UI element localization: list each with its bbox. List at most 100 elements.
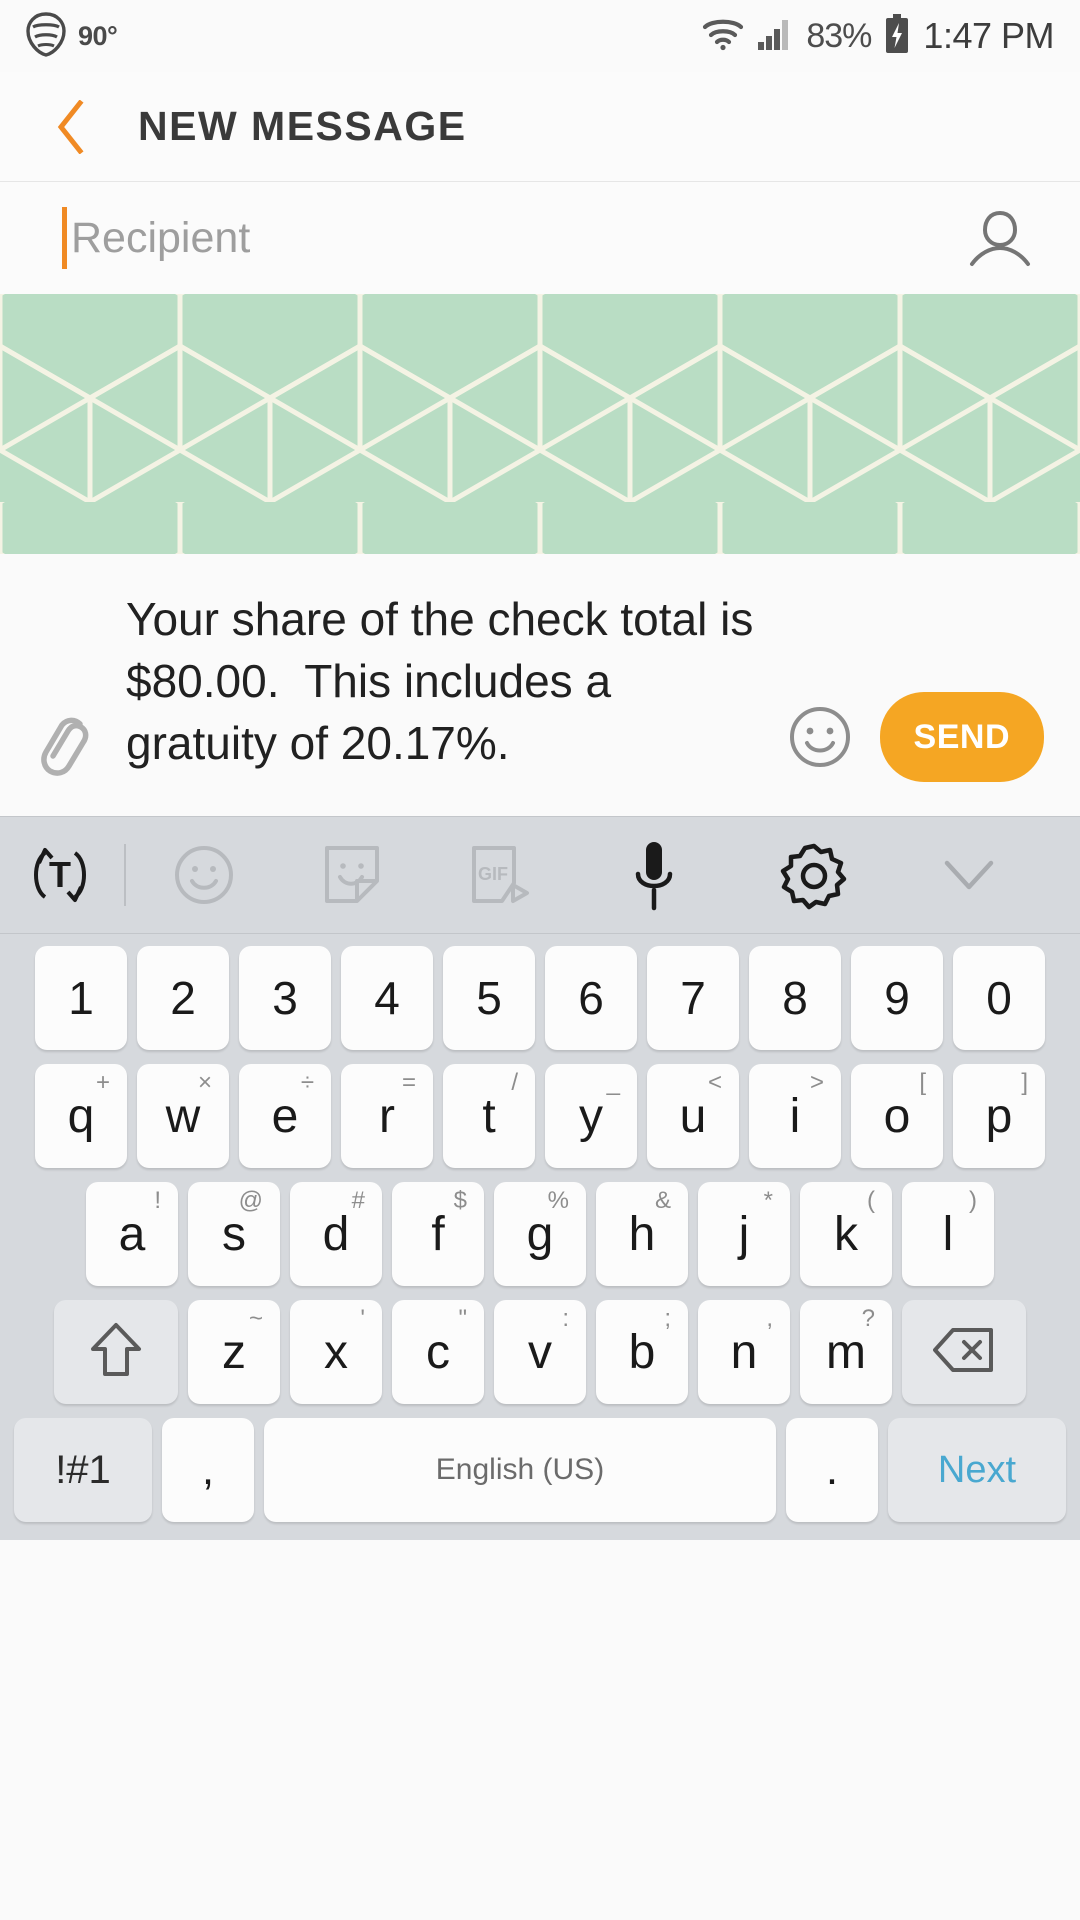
status-bar-right: 83% 1:47 PM: [702, 13, 1054, 59]
key-d[interactable]: # d: [290, 1182, 382, 1286]
keyboard-toolbar: T GIF: [0, 816, 1080, 934]
chevron-down-icon[interactable]: [894, 855, 1044, 895]
key-w-sup: ×: [197, 1069, 212, 1096]
key-t-sup: /: [511, 1069, 518, 1096]
key-l-sup: ): [969, 1187, 977, 1214]
keyboard-row-asdf: ! a @ s # d $ f % g & h * j ( k ) l: [6, 1182, 1074, 1286]
weather-signal-icon: [26, 11, 66, 62]
key-u-sup: <: [707, 1069, 722, 1096]
key-r[interactable]: = r: [341, 1064, 433, 1168]
backspace-key[interactable]: [902, 1300, 1026, 1404]
space-key[interactable]: English (US): [264, 1418, 776, 1522]
key-4[interactable]: 4: [341, 946, 433, 1050]
keyboard-number-row: 1 2 3 4 5 6 7 8 9 0: [6, 946, 1074, 1050]
recipient-input[interactable]: [71, 213, 964, 263]
key-j[interactable]: * j: [698, 1182, 790, 1286]
key-d-label: d: [322, 1207, 350, 1261]
key-f-sup: $: [453, 1187, 467, 1214]
key-v[interactable]: : v: [494, 1300, 586, 1404]
key-h[interactable]: & h: [596, 1182, 688, 1286]
settings-gear-icon[interactable]: [734, 839, 894, 911]
key-7[interactable]: 7: [647, 946, 739, 1050]
key-w[interactable]: × w: [137, 1064, 229, 1168]
recipient-row[interactable]: [0, 182, 1080, 294]
key-o[interactable]: [ o: [851, 1064, 943, 1168]
key-v-label: v: [528, 1325, 552, 1379]
key-i-label: i: [789, 1089, 801, 1143]
key-q-label: q: [67, 1089, 95, 1143]
key-q[interactable]: + q: [35, 1064, 127, 1168]
key-c-sup: ": [458, 1305, 467, 1332]
key-y[interactable]: _ y: [545, 1064, 637, 1168]
keyboard-row-zxcv: ~ z ' x " c : v ; b , n ? m: [6, 1300, 1074, 1404]
key-c-label: c: [426, 1325, 450, 1379]
key-e-sup: ÷: [300, 1069, 314, 1096]
status-bar: 90° 83% 1:47 PM: [0, 0, 1080, 72]
gif-icon[interactable]: GIF: [426, 843, 574, 907]
key-f[interactable]: $ f: [392, 1182, 484, 1286]
sticker-icon[interactable]: [278, 843, 426, 907]
shift-arrow-icon: [90, 1320, 142, 1385]
svg-text:GIF: GIF: [478, 864, 508, 884]
key-x-label: x: [324, 1325, 348, 1379]
key-o-sup: [: [919, 1069, 926, 1096]
compose-area: Your share of the check total is $80.00.…: [0, 554, 1080, 816]
key-5[interactable]: 5: [443, 946, 535, 1050]
key-3[interactable]: 3: [239, 946, 331, 1050]
attachment-image-preview[interactable]: [0, 294, 1080, 554]
key-h-sup: &: [654, 1187, 671, 1214]
key-u[interactable]: < u: [647, 1064, 739, 1168]
key-y-label: y: [579, 1089, 603, 1143]
symbols-key[interactable]: !#1: [14, 1418, 152, 1522]
key-n[interactable]: , n: [698, 1300, 790, 1404]
key-x-sup: ': [360, 1305, 365, 1332]
key-n-sup: ,: [766, 1305, 773, 1332]
key-k[interactable]: ( k: [800, 1182, 892, 1286]
key-h-label: h: [628, 1207, 656, 1261]
svg-text:T: T: [49, 854, 71, 895]
next-key[interactable]: Next: [888, 1418, 1066, 1522]
key-k-label: k: [834, 1207, 858, 1261]
comma-key[interactable]: ,: [162, 1418, 254, 1522]
key-a[interactable]: ! a: [86, 1182, 178, 1286]
message-text[interactable]: Your share of the check total is $80.00.…: [104, 554, 786, 778]
key-6[interactable]: 6: [545, 946, 637, 1050]
key-s[interactable]: @ s: [188, 1182, 280, 1286]
clock-label: 1:47 PM: [923, 15, 1054, 56]
period-key[interactable]: .: [786, 1418, 878, 1522]
key-8[interactable]: 8: [749, 946, 841, 1050]
key-t[interactable]: / t: [443, 1064, 535, 1168]
key-r-sup: =: [401, 1069, 416, 1096]
key-l-label: l: [942, 1207, 954, 1261]
key-u-label: u: [679, 1089, 707, 1143]
translate-icon[interactable]: T: [0, 839, 120, 911]
key-p-sup: ]: [1021, 1069, 1028, 1096]
key-t-label: t: [482, 1089, 496, 1143]
key-9[interactable]: 9: [851, 946, 943, 1050]
key-e[interactable]: ÷ e: [239, 1064, 331, 1168]
key-b-label: b: [628, 1325, 656, 1379]
back-chevron-icon[interactable]: [48, 99, 94, 154]
emoji-icon[interactable]: [130, 843, 278, 907]
on-screen-keyboard: 1 2 3 4 5 6 7 8 9 0 + q × w ÷ e = r / t …: [0, 934, 1080, 1540]
isometric-cube-pattern: [0, 294, 1080, 554]
shift-key[interactable]: [54, 1300, 178, 1404]
key-1[interactable]: 1: [35, 946, 127, 1050]
key-2[interactable]: 2: [137, 946, 229, 1050]
smiley-face-icon[interactable]: [786, 703, 854, 771]
key-x[interactable]: ' x: [290, 1300, 382, 1404]
key-c[interactable]: " c: [392, 1300, 484, 1404]
key-b[interactable]: ; b: [596, 1300, 688, 1404]
key-i[interactable]: > i: [749, 1064, 841, 1168]
text-cursor: [62, 207, 67, 269]
send-button[interactable]: SEND: [879, 692, 1044, 782]
key-m[interactable]: ? m: [800, 1300, 892, 1404]
paperclip-icon[interactable]: [30, 710, 104, 784]
key-l[interactable]: ) l: [902, 1182, 994, 1286]
key-p[interactable]: ] p: [953, 1064, 1045, 1168]
contact-person-icon[interactable]: [964, 202, 1036, 274]
key-0[interactable]: 0: [953, 946, 1045, 1050]
key-g[interactable]: % g: [494, 1182, 586, 1286]
key-z[interactable]: ~ z: [188, 1300, 280, 1404]
microphone-icon[interactable]: [574, 838, 734, 912]
